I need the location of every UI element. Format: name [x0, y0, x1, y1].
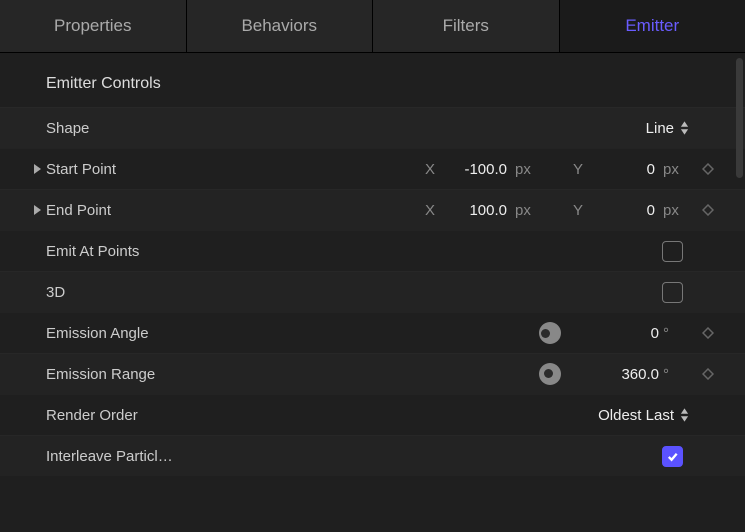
label-emission-range: Emission Range [46, 366, 206, 383]
end-y-value[interactable]: 0 [591, 202, 655, 219]
tab-behaviors[interactable]: Behaviors [187, 0, 374, 52]
render-order-dropdown[interactable]: Oldest Last [598, 407, 689, 424]
emitter-controls-panel: Emitter Controls Shape Line Start [0, 53, 745, 476]
end-x-axis-label: X [421, 202, 439, 219]
start-x-value[interactable]: -100.0 [443, 161, 507, 178]
end-y-unit: px [659, 202, 689, 219]
keyframe-start-point[interactable] [689, 163, 727, 175]
row-shape: Shape Line [0, 107, 745, 148]
vertical-scrollbar[interactable] [736, 58, 743, 178]
row-render-order: Render Order Oldest Last [0, 394, 745, 435]
label-3d: 3D [46, 284, 206, 301]
row-emission-angle: Emission Angle 0 ° [0, 312, 745, 353]
row-start-point: Start Point X -100.0 px Y 0 px [0, 148, 745, 189]
label-end-point: End Point [46, 202, 206, 219]
row-interleave-particles: Interleave Particl… [0, 435, 745, 476]
end-x-value[interactable]: 100.0 [443, 202, 507, 219]
start-y-axis-label: Y [569, 161, 587, 178]
emission-angle-value[interactable]: 0 [595, 325, 659, 342]
start-x-axis-label: X [421, 161, 439, 178]
shape-dropdown[interactable]: Line [646, 120, 689, 137]
keyframe-emission-range[interactable] [689, 368, 727, 380]
tab-emitter[interactable]: Emitter [560, 0, 745, 52]
dial-emission-range[interactable] [539, 363, 561, 385]
checkbox-emit-at-points[interactable] [662, 241, 683, 262]
row-emission-range: Emission Range 360.0 ° [0, 353, 745, 394]
row-end-point: End Point X 100.0 px Y 0 px [0, 189, 745, 230]
end-x-unit: px [511, 202, 541, 219]
label-interleave-particles: Interleave Particl… [46, 448, 206, 465]
dial-emission-angle[interactable] [539, 322, 561, 344]
tab-properties[interactable]: Properties [0, 0, 187, 52]
emission-angle-unit: ° [659, 325, 689, 342]
label-emission-angle: Emission Angle [46, 325, 206, 342]
label-start-point: Start Point [46, 161, 206, 178]
render-order-value: Oldest Last [598, 407, 674, 424]
row-3d: 3D [0, 271, 745, 312]
checkbox-interleave-particles[interactable] [662, 446, 683, 467]
checkbox-3d[interactable] [662, 282, 683, 303]
disclosure-start-point[interactable] [28, 164, 46, 174]
label-render-order: Render Order [46, 407, 206, 424]
inspector-tabs: Properties Behaviors Filters Emitter [0, 0, 745, 53]
tab-filters[interactable]: Filters [373, 0, 560, 52]
start-y-value[interactable]: 0 [591, 161, 655, 178]
row-emit-at-points: Emit At Points [0, 230, 745, 271]
start-y-unit: px [659, 161, 689, 178]
keyframe-end-point[interactable] [689, 204, 727, 216]
section-title: Emitter Controls [0, 61, 745, 107]
disclosure-end-point[interactable] [28, 205, 46, 215]
start-x-unit: px [511, 161, 541, 178]
updown-icon [680, 121, 689, 135]
shape-value: Line [646, 120, 674, 137]
emitter-inspector-panel: Properties Behaviors Filters Emitter Emi… [0, 0, 745, 532]
end-y-axis-label: Y [569, 202, 587, 219]
label-emit-at-points: Emit At Points [46, 243, 206, 260]
emission-range-unit: ° [659, 366, 689, 383]
keyframe-emission-angle[interactable] [689, 327, 727, 339]
emission-range-value[interactable]: 360.0 [595, 366, 659, 383]
updown-icon [680, 408, 689, 422]
label-shape: Shape [46, 120, 206, 137]
